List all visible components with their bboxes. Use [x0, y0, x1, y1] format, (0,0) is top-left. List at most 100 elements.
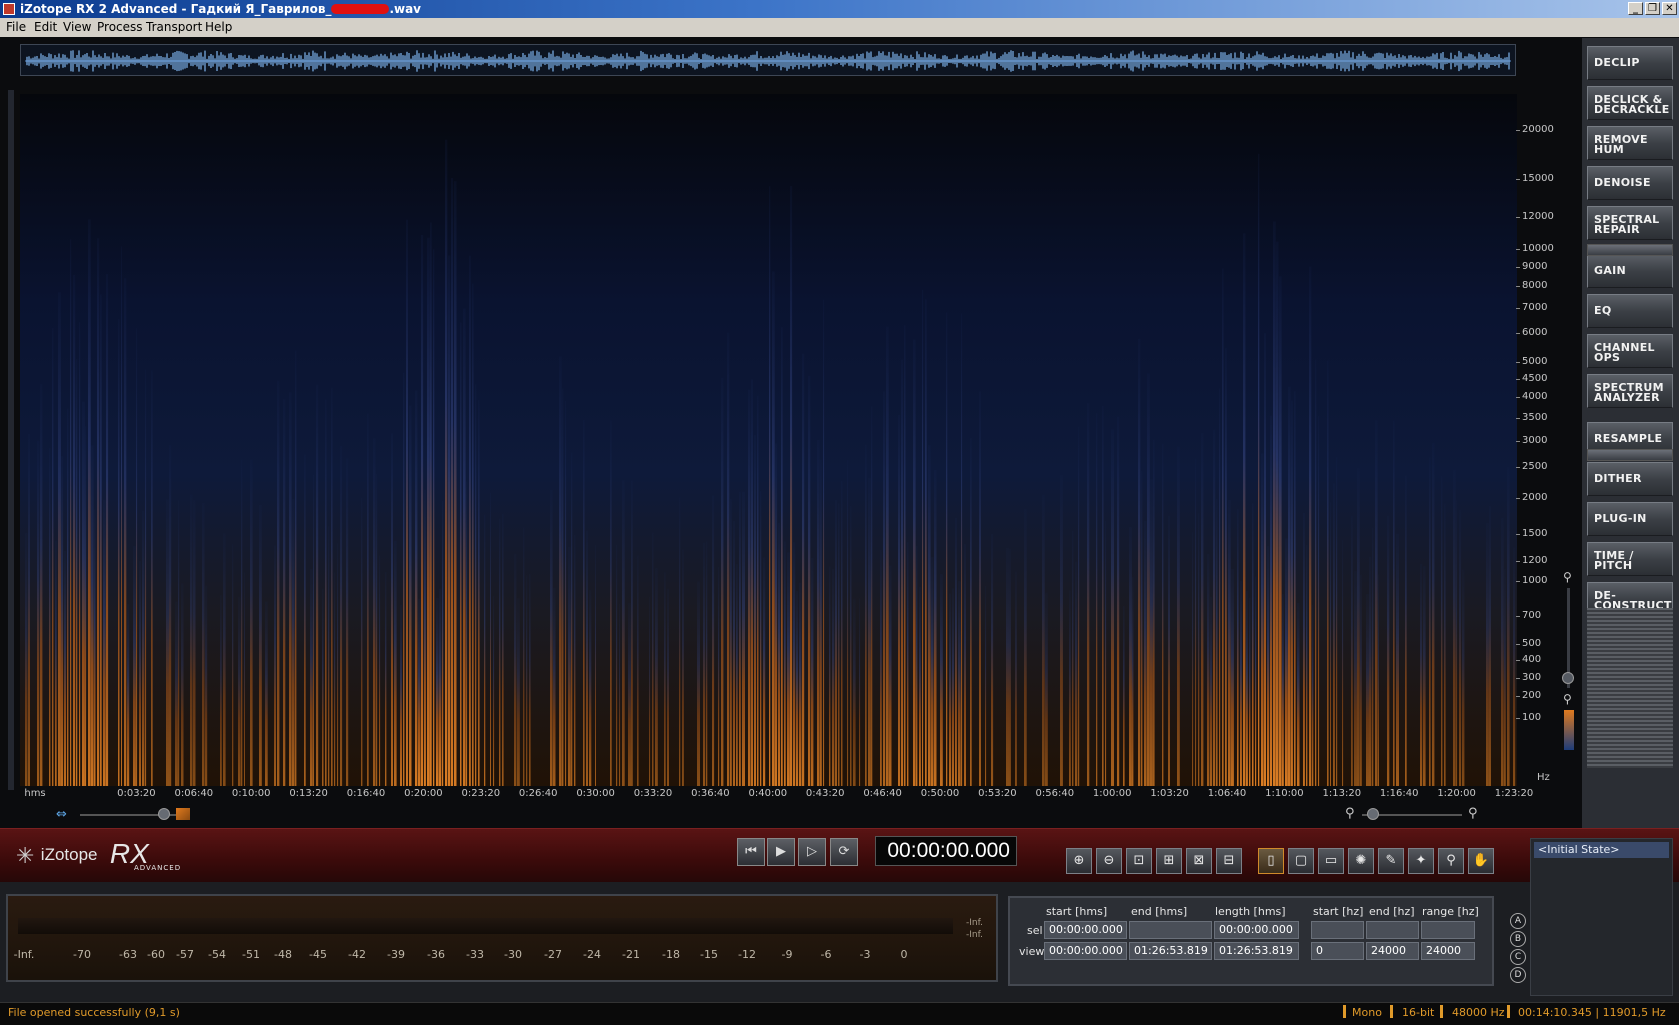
zoom-fit-icon[interactable]: ⊡	[1126, 848, 1152, 874]
selection-header: start [hms]	[1046, 905, 1108, 918]
selection-cell-sel-3[interactable]	[1311, 921, 1364, 939]
menu-view[interactable]: View	[63, 18, 91, 37]
brush-icon[interactable]: ✎	[1378, 848, 1404, 874]
zoom-time-icon[interactable]: ⊠	[1186, 848, 1212, 874]
spectrogram-streak	[454, 181, 457, 786]
spectrogram-streak	[1393, 420, 1395, 786]
zoom-out-icon[interactable]: ⊖	[1096, 848, 1122, 874]
zoom-selection-icon[interactable]: ⊞	[1156, 848, 1182, 874]
time-select-icon[interactable]: ▯	[1258, 848, 1284, 874]
spectrogram-streak	[265, 601, 268, 786]
menu-edit[interactable]: Edit	[34, 18, 57, 37]
module-button-eq[interactable]: EQ	[1587, 294, 1673, 328]
spectrogram-streak	[220, 595, 222, 786]
spectrogram-toggle-icon[interactable]	[176, 808, 190, 820]
spectrogram-streak	[82, 401, 85, 786]
app-icon[interactable]	[3, 3, 15, 15]
selection-cell-view-3[interactable]: 0	[1311, 942, 1364, 960]
meter-scale-label: -33	[466, 948, 484, 961]
module-button-spectral-repair[interactable]: SPECTRAL REPAIR	[1587, 206, 1673, 240]
module-button-remove-hum[interactable]: REMOVE HUM	[1587, 126, 1673, 160]
skip-back-icon[interactable]: ⏮	[737, 838, 765, 866]
h-zoom-in-icon[interactable]: ⚲	[1468, 806, 1478, 821]
spectrogram-streak	[550, 489, 553, 786]
menu-process[interactable]: Process	[97, 18, 143, 37]
vertical-zoom-control[interactable]: ⚲ ⚲	[1560, 570, 1578, 760]
left-collapse-strip[interactable]	[8, 90, 14, 790]
compare-b-button[interactable]: B	[1510, 931, 1526, 947]
selection-cell-sel-4[interactable]	[1366, 921, 1419, 939]
minimize-button[interactable]: _	[1628, 2, 1643, 15]
rect-select-icon[interactable]: ▢	[1288, 848, 1314, 874]
magic-wand-icon[interactable]: ✦	[1408, 848, 1434, 874]
zoom-in-icon[interactable]: ⊕	[1066, 848, 1092, 874]
module-button-time-pitch[interactable]: TIME / PITCH	[1587, 542, 1673, 576]
h-zoom-slider-thumb[interactable]	[1367, 808, 1379, 820]
menu-help[interactable]: Help	[205, 18, 232, 37]
menu-file[interactable]: File	[6, 18, 26, 37]
spectrogram-streak	[1369, 556, 1372, 786]
hand-icon[interactable]: ✋	[1468, 848, 1494, 874]
spectrogram-streak	[823, 299, 825, 786]
module-button-gain[interactable]: GAIN	[1587, 254, 1673, 288]
selection-cell-sel-5[interactable]	[1421, 921, 1475, 939]
module-button-spectrum-analyzer[interactable]: SPECTRUM ANALYZER	[1587, 374, 1673, 408]
lasso-icon[interactable]: ✺	[1348, 848, 1374, 874]
play-icon[interactable]: ▶	[767, 838, 795, 866]
selection-cell-sel-0[interactable]: 00:00:00.000	[1044, 921, 1127, 939]
spectrogram-streak	[1444, 503, 1446, 786]
selection-cell-sel-1[interactable]	[1129, 921, 1212, 939]
module-button-denoise[interactable]: DENOISE	[1587, 166, 1673, 200]
spectrogram-streak	[757, 395, 759, 786]
selection-cell-view-0[interactable]: 00:00:00.000	[1044, 942, 1127, 960]
h-zoom-out-icon[interactable]: ⚲	[1345, 806, 1355, 821]
waveform-overview[interactable]	[20, 44, 1516, 76]
spectrogram-streak	[565, 401, 567, 786]
restore-button[interactable]: ❐	[1645, 2, 1660, 15]
zoom-freq-icon[interactable]: ⊟	[1216, 848, 1242, 874]
opacity-slider-track[interactable]	[80, 814, 190, 816]
module-button-declip[interactable]: DECLIP	[1587, 46, 1673, 80]
meter-scale-label: -45	[309, 948, 327, 961]
selection-cell-sel-2[interactable]: 00:00:00.000	[1214, 921, 1299, 939]
selection-cell-view-4[interactable]: 24000	[1366, 942, 1419, 960]
compare-d-button[interactable]: D	[1510, 967, 1526, 983]
module-button-plug-in[interactable]: PLUG-IN	[1587, 502, 1673, 536]
waveform-toggle-icon[interactable]: ⇔	[56, 807, 67, 822]
menu-transport[interactable]: Transport	[146, 18, 202, 37]
freq-tick-label: 15000	[1516, 173, 1554, 184]
compare-a-button[interactable]: A	[1510, 913, 1526, 929]
spectrogram-streak	[1315, 359, 1317, 786]
spectrogram-streak	[787, 552, 790, 786]
freq-select-icon[interactable]: ▭	[1318, 848, 1344, 874]
selection-cell-view-2[interactable]: 01:26:53.819	[1214, 942, 1299, 960]
module-button-declick-decrackle[interactable]: DECLICK & DECRACKLE	[1587, 86, 1673, 120]
selection-cell-view-5[interactable]: 24000	[1421, 942, 1475, 960]
spectrogram-streak	[1486, 522, 1489, 786]
module-button-channel-ops[interactable]: CHANNEL OPS	[1587, 334, 1673, 368]
vertical-zoom-thumb[interactable]	[1562, 672, 1574, 684]
selection-cell-view-1[interactable]: 01:26:53.819	[1129, 942, 1212, 960]
play-selection-icon[interactable]: ▷	[798, 838, 826, 866]
spectrogram-streak	[328, 526, 330, 786]
menu-bar: File Edit View Process Transport Help	[0, 18, 1679, 37]
spectrogram-streak	[934, 470, 937, 786]
spectrogram[interactable]	[20, 94, 1517, 786]
spectrogram-streak	[655, 568, 658, 786]
zoom-in-icon[interactable]: ⚲	[1563, 570, 1572, 584]
spectrogram-streak	[703, 542, 706, 786]
compare-c-button[interactable]: C	[1510, 949, 1526, 965]
close-button[interactable]: ✕	[1662, 2, 1677, 15]
opacity-slider-thumb[interactable]	[158, 808, 170, 820]
loop-icon[interactable]: ⟳	[830, 838, 858, 866]
spectrogram-streak	[424, 489, 426, 786]
history-item-initial-state[interactable]: <Initial State>	[1534, 842, 1669, 858]
spectrogram-streak	[97, 238, 100, 786]
zoom-out-icon[interactable]: ⚲	[1563, 692, 1572, 706]
spectrogram-streak	[1405, 475, 1407, 786]
freq-tick-label: 5000	[1515, 356, 1548, 367]
meter-peak-label-1: -Inf.	[966, 918, 983, 928]
zoom-tool-icon[interactable]: ⚲	[1438, 848, 1464, 874]
spectrogram-streak	[1279, 276, 1282, 786]
module-button-dither[interactable]: DITHER	[1587, 462, 1673, 496]
